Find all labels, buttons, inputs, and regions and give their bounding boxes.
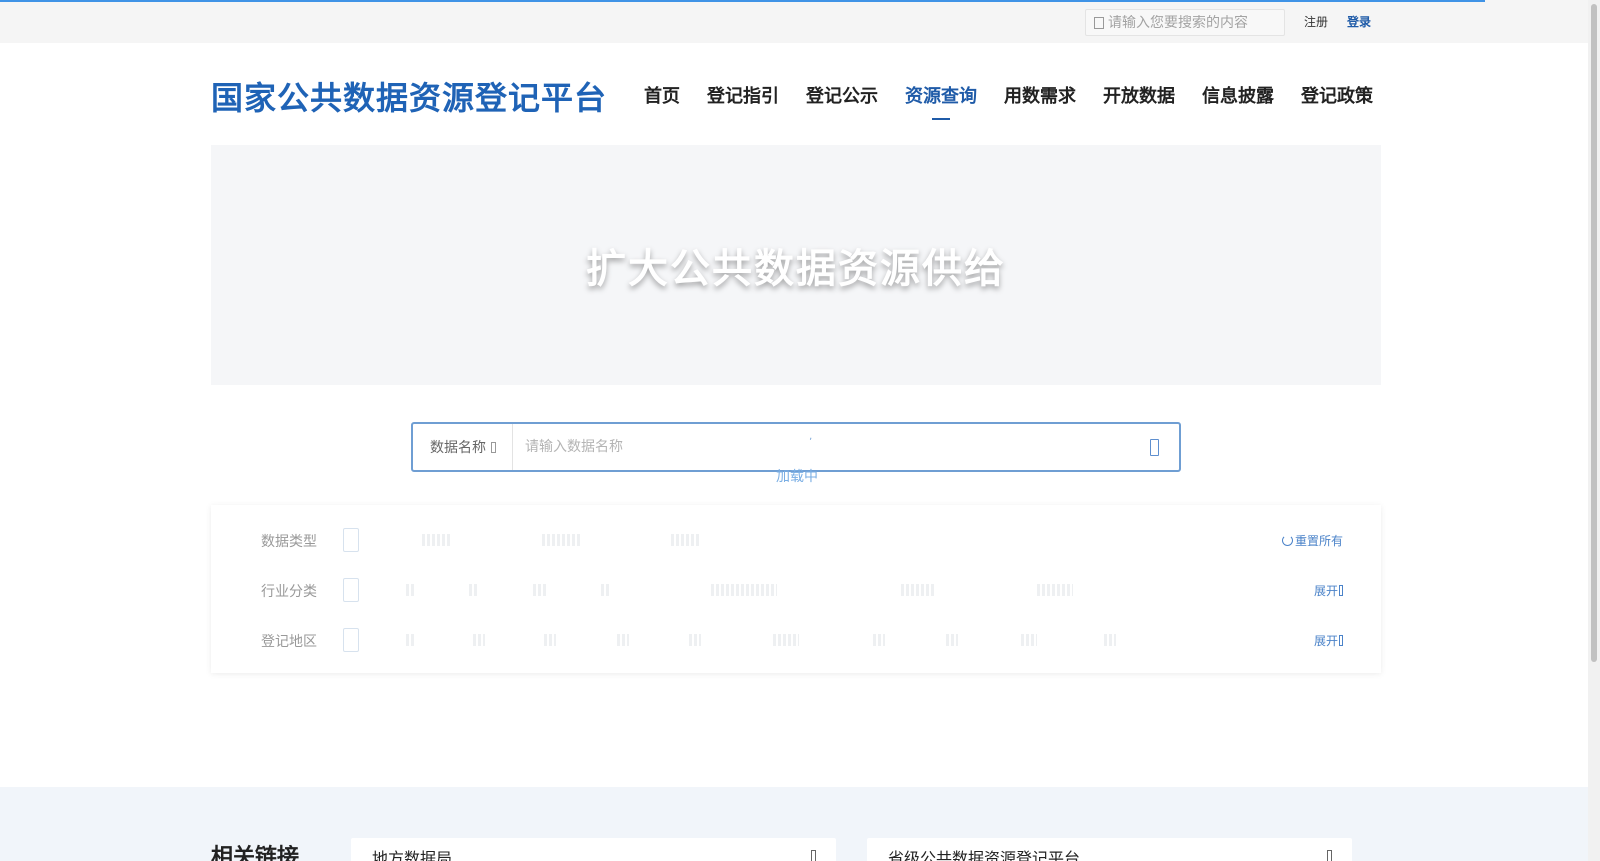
search-submit-icon[interactable] xyxy=(1150,438,1159,456)
banner-title: 扩大公共数据资源供给 xyxy=(586,246,1006,292)
nav-registration-notice[interactable]: 登记公示 xyxy=(806,82,878,108)
filter-option-placeholder[interactable] xyxy=(689,634,701,646)
related-links-title: 相关链接 xyxy=(211,845,300,861)
nav-resource-query[interactable]: 资源查询 xyxy=(905,82,977,120)
global-search-input[interactable] xyxy=(1108,14,1278,31)
filter-option-placeholder[interactable] xyxy=(469,584,479,596)
register-link[interactable]: 注册 xyxy=(1304,13,1328,30)
link-card-local-data-bureau[interactable]: 地方数据局 xyxy=(351,838,836,861)
chevron-down-icon xyxy=(811,850,816,861)
filter-option-placeholder[interactable] xyxy=(873,634,885,646)
nav-home[interactable]: 首页 xyxy=(644,82,680,108)
nav-open-data[interactable]: 开放数据 xyxy=(1103,82,1175,108)
nav-disclosure[interactable]: 信息披露 xyxy=(1202,82,1274,108)
filter-label-data-type: 数据类型 xyxy=(261,534,317,550)
filter-option-placeholder[interactable] xyxy=(533,584,547,596)
login-link[interactable]: 登录 xyxy=(1347,13,1371,30)
page-scrollbar[interactable] xyxy=(1588,0,1600,861)
chevron-down-icon xyxy=(491,441,496,453)
expand-label: 展开 xyxy=(1313,584,1338,598)
link-card-label: 省级公共数据资源登记平台 xyxy=(888,849,1081,861)
chevron-down-icon xyxy=(1339,635,1343,646)
link-card-label: 地方数据局 xyxy=(372,849,453,861)
filter-option-placeholder[interactable] xyxy=(1021,634,1037,646)
filter-row-data-type: 数据类型 重置所有 xyxy=(211,526,1381,556)
refresh-icon xyxy=(1281,535,1293,546)
loading-spinner-icon: ʼ xyxy=(809,437,813,448)
search-icon xyxy=(1094,16,1104,29)
filter-panel: 数据类型 重置所有 行业分类 展开 登记地区 展开 xyxy=(211,505,1381,673)
reset-all-label: 重置所有 xyxy=(1294,534,1343,548)
main-nav: 首页 登记指引 登记公示 资源查询 用数需求 开放数据 信息披露 登记政策 xyxy=(644,82,1373,120)
filter-chip-all[interactable] xyxy=(343,628,359,652)
search-type-dropdown[interactable]: 数据名称 xyxy=(413,424,513,470)
filter-option-placeholder[interactable] xyxy=(542,534,582,546)
filter-row-region: 登记地区 展开 xyxy=(211,626,1381,656)
resource-search-box: 数据名称 xyxy=(411,422,1181,472)
chevron-down-icon xyxy=(1339,585,1343,596)
filter-option-placeholder[interactable] xyxy=(422,534,452,546)
top-utility-bar: 注册 登录 xyxy=(0,0,1588,43)
filter-option-placeholder[interactable] xyxy=(901,584,935,596)
filter-option-placeholder[interactable] xyxy=(711,584,777,596)
filter-option-placeholder[interactable] xyxy=(473,634,485,646)
hero-banner: 扩大公共数据资源供给 xyxy=(211,145,1381,385)
site-logo[interactable]: 国家公共数据资源登记平台 xyxy=(211,73,607,119)
filter-option-placeholder[interactable] xyxy=(1037,584,1073,596)
filter-option-placeholder[interactable] xyxy=(544,634,556,646)
filter-option-placeholder[interactable] xyxy=(946,634,958,646)
filter-option-placeholder[interactable] xyxy=(601,584,611,596)
nav-registration-policy[interactable]: 登记政策 xyxy=(1301,82,1373,108)
filter-option-placeholder[interactable] xyxy=(1104,634,1116,646)
scrollbar-thumb[interactable] xyxy=(1591,4,1597,662)
link-card-provincial-platform[interactable]: 省级公共数据资源登记平台 xyxy=(867,838,1352,861)
reset-all-button[interactable]: 重置所有 xyxy=(1281,532,1343,549)
filter-chip-all[interactable] xyxy=(343,578,359,602)
filter-option-placeholder[interactable] xyxy=(406,634,416,646)
filter-chip-all[interactable] xyxy=(343,528,359,552)
chevron-down-icon xyxy=(1327,850,1332,861)
search-type-label: 数据名称 xyxy=(430,440,486,456)
expand-label: 展开 xyxy=(1313,634,1338,648)
filter-option-placeholder[interactable] xyxy=(671,534,701,546)
resource-search-input[interactable] xyxy=(513,427,1150,467)
page-loading-progress-bar xyxy=(0,0,1485,2)
filter-option-placeholder[interactable] xyxy=(617,634,629,646)
expand-region-button[interactable]: 展开 xyxy=(1314,632,1343,649)
filter-row-industry: 行业分类 展开 xyxy=(211,576,1381,606)
filter-label-region: 登记地区 xyxy=(261,634,317,650)
nav-data-demand[interactable]: 用数需求 xyxy=(1004,82,1076,108)
filter-option-placeholder[interactable] xyxy=(406,584,416,596)
expand-industry-button[interactable]: 展开 xyxy=(1314,582,1343,599)
loading-indicator-text: 加载中 xyxy=(776,469,818,485)
nav-registration-guide[interactable]: 登记指引 xyxy=(707,82,779,108)
filter-option-placeholder[interactable] xyxy=(773,634,799,646)
related-links-section: 相关链接 地方数据局 省级公共数据资源登记平台 xyxy=(0,787,1588,861)
filter-label-industry: 行业分类 xyxy=(261,584,317,600)
global-search-box[interactable] xyxy=(1085,9,1285,36)
